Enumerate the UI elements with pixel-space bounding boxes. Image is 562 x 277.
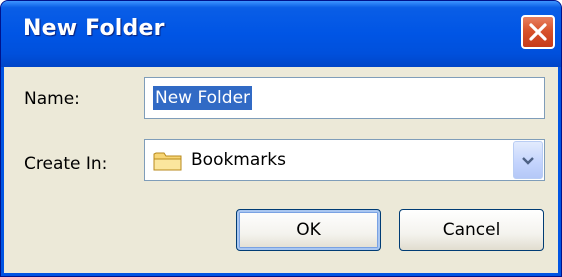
create-in-dropdown[interactable]: Bookmarks (144, 139, 545, 181)
chevron-down-icon (521, 151, 535, 170)
folder-icon (153, 150, 183, 176)
name-input-value[interactable]: New Folder (153, 86, 253, 110)
name-label: Name: (24, 89, 80, 109)
close-button[interactable] (521, 15, 555, 49)
dialog-body: Name: New Folder Create In: Bookmarks OK… (4, 67, 558, 273)
create-in-label: Create In: (24, 154, 108, 174)
dropdown-button[interactable] (513, 141, 543, 179)
close-icon (528, 22, 548, 42)
new-folder-dialog: New Folder Name: New Folder Create In: B… (0, 0, 562, 277)
ok-button[interactable]: OK (236, 209, 381, 251)
dialog-title: New Folder (23, 16, 165, 41)
title-bar[interactable]: New Folder (1, 1, 561, 67)
create-in-value: Bookmarks (191, 150, 286, 170)
cancel-button[interactable]: Cancel (399, 209, 544, 251)
name-input[interactable]: New Folder (144, 77, 545, 119)
